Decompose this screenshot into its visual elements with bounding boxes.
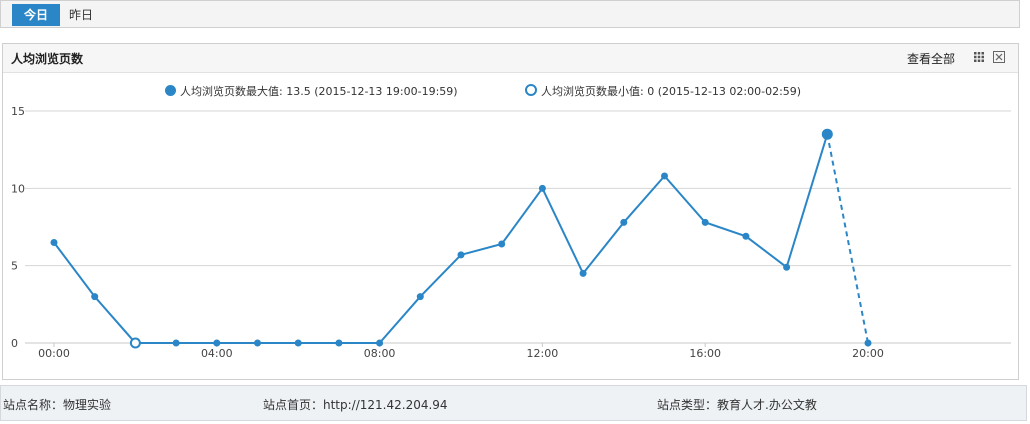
- data-point: [50, 238, 58, 246]
- data-point: [376, 339, 384, 347]
- data-point: [620, 218, 628, 226]
- data-point: [91, 293, 99, 301]
- tab-today[interactable]: 今日: [12, 4, 61, 26]
- chart-panel: 人均浏览页数 查看全部 人均浏览页数最大值: 13.5 (2015-12-13 …: [2, 43, 1019, 380]
- series-line: [53, 133, 829, 344]
- x-tick-label: 12:00: [527, 347, 559, 360]
- data-point: [538, 184, 546, 192]
- data-point: [864, 339, 872, 347]
- data-point: [742, 232, 750, 240]
- site-home: 站点首页：http://121.42.204.94: [263, 398, 448, 412]
- x-tick-label: 00:00: [38, 347, 70, 360]
- min-point: [129, 337, 141, 349]
- data-point: [254, 339, 261, 347]
- data-point: [335, 339, 343, 347]
- data-point: [213, 339, 221, 347]
- data-point: [579, 269, 587, 277]
- data-point: [294, 339, 302, 347]
- x-tick-label: 04:00: [201, 347, 233, 360]
- data-point: [416, 293, 424, 301]
- tab-yesterday[interactable]: 昨日: [57, 4, 105, 26]
- data-point: [172, 339, 180, 347]
- site-name: 站点名称：物理实验: [3, 398, 112, 412]
- y-tick-label: 0: [11, 337, 18, 350]
- y-tick-label: 10: [11, 182, 25, 195]
- y-tick-label: 5: [11, 260, 18, 273]
- data-point: [701, 218, 709, 226]
- date-tab-bar: 今日 昨日: [0, 0, 1020, 28]
- y-tick-label: 15: [11, 105, 25, 118]
- data-point: [783, 263, 791, 271]
- max-point: [821, 128, 833, 140]
- series-line-dashed: [826, 134, 869, 344]
- site-info-footer: 站点名称：物理实验 站点首页：http://121.42.204.94 站点类型…: [0, 385, 1027, 421]
- data-point: [457, 251, 465, 259]
- line-chart: 0 5 10 15 00:00 04:00 08:00 12:00 16:00 20:00: [11, 105, 1011, 360]
- x-tick-label: 16:00: [689, 347, 721, 360]
- x-tick-label: 20:00: [852, 347, 884, 360]
- data-point: [498, 240, 506, 248]
- data-point: [661, 172, 668, 180]
- site-type: 站点类型：教育人才.办公文教: [657, 398, 817, 412]
- x-tick-label: 08:00: [364, 347, 396, 360]
